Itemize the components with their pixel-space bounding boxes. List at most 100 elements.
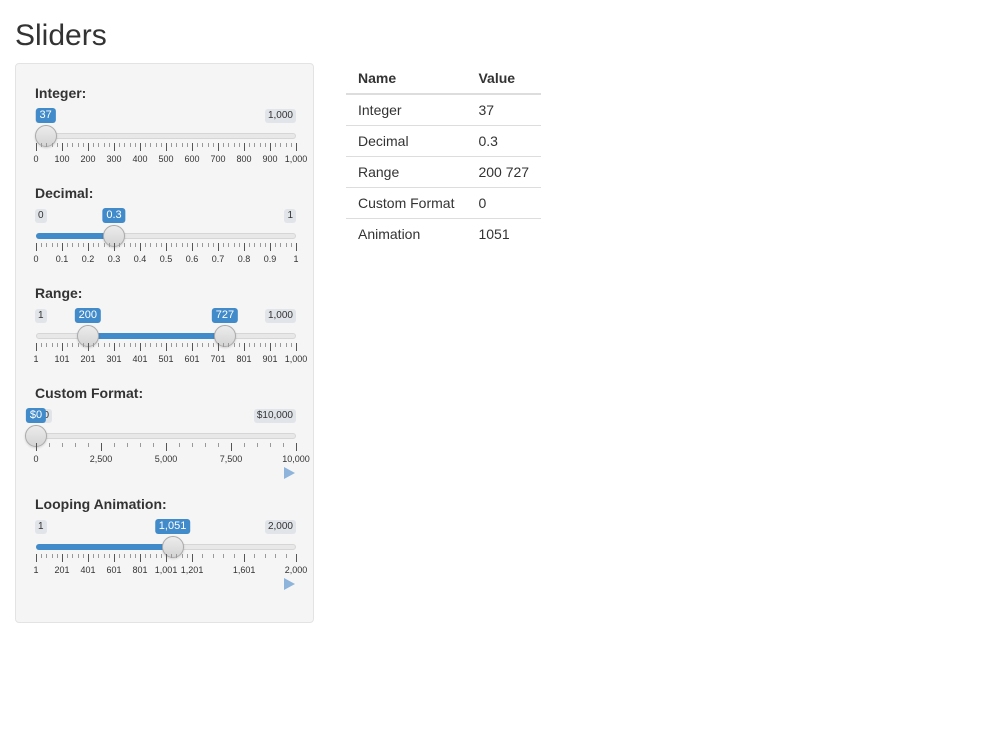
minor-tick [51, 554, 53, 558]
tick-label: 101 [54, 354, 70, 364]
major-tick [296, 343, 297, 351]
minor-tick [134, 243, 136, 247]
minor-tick [108, 243, 110, 247]
minor-tick [119, 143, 121, 147]
minor-tick [67, 343, 69, 347]
minor-tick [145, 243, 147, 247]
minor-tick [249, 143, 251, 147]
minor-tick [283, 443, 284, 447]
minor-tick [254, 143, 256, 147]
column-header-name: Name [346, 63, 467, 95]
minor-tick [155, 143, 157, 147]
major-tick [114, 554, 116, 562]
minor-tick [41, 243, 43, 247]
minor-tick [124, 343, 126, 347]
play-icon[interactable] [284, 578, 295, 590]
slider-max-label: $10,000 [253, 409, 296, 423]
minor-tick [134, 143, 136, 147]
minor-tick [129, 343, 131, 347]
minor-tick [119, 243, 121, 247]
slider-track[interactable] [36, 133, 296, 139]
slider-fill [87, 333, 225, 339]
minor-tick [223, 554, 225, 558]
tick-label: 801 [236, 354, 252, 364]
minor-tick [181, 554, 183, 558]
major-tick [231, 443, 232, 451]
tick-label: 1 [33, 565, 39, 575]
tick-label: 701 [210, 354, 226, 364]
minor-tick [275, 243, 277, 247]
tick-label: 201 [80, 354, 96, 364]
minor-tick [72, 554, 74, 558]
minor-tick [202, 554, 204, 558]
major-tick [36, 243, 37, 251]
major-tick [101, 443, 102, 451]
minor-tick [72, 343, 74, 347]
major-tick [296, 443, 297, 451]
minor-tick [114, 443, 115, 447]
minor-tick [186, 143, 188, 147]
table-cell-name: Integer [346, 93, 467, 126]
slider-min-label: 0 [35, 209, 47, 223]
tick-label: 0 [33, 254, 39, 264]
slider-max-label: 2,000 [264, 520, 296, 534]
play-icon[interactable] [284, 467, 295, 479]
minor-tick [56, 143, 58, 147]
minor-tick [223, 143, 225, 147]
tick-label: 1,001 [154, 565, 178, 575]
minor-tick [155, 343, 157, 347]
major-tick [62, 554, 63, 562]
tick-label: 500 [158, 154, 174, 164]
slider-range: Range: 1 1,000 200 727 1 101 201 301 401 501 601 701… [16, 282, 315, 382]
slider-min-label: 1 [35, 520, 47, 534]
tick-label: 5,000 [154, 454, 178, 464]
slider-ticks: 0 2,500 5,000 7,500 10,000 [33, 443, 310, 464]
minor-tick [51, 143, 53, 147]
tick-label: 800 [236, 154, 252, 164]
major-tick [270, 143, 271, 151]
major-tick [62, 143, 63, 151]
slider-ticks: 0 100 200 300 400 500 600 700 800 900 1,000 [33, 143, 307, 164]
tick-label: 901 [262, 354, 278, 364]
minor-tick [264, 554, 266, 558]
tick-label: 301 [106, 354, 122, 364]
major-tick [166, 143, 167, 151]
slider-max-label: 1,000 [264, 109, 296, 123]
minor-tick [218, 443, 219, 447]
minor-tick [82, 343, 84, 347]
minor-tick [280, 243, 282, 247]
page-title: Sliders [15, 19, 107, 52]
table-cell-value: 0.3 [466, 125, 542, 157]
major-tick [192, 243, 193, 251]
minor-tick [46, 554, 48, 558]
major-tick [192, 343, 193, 351]
minor-tick [140, 443, 141, 447]
tick-label: 201 [54, 565, 70, 575]
slider-custom-format: Custom Format:$0$10,000$002,5005,0007,50… [16, 382, 315, 482]
major-tick [114, 343, 115, 351]
major-tick [244, 243, 245, 251]
minor-tick [56, 243, 58, 247]
minor-tick [205, 443, 206, 447]
minor-tick [228, 243, 230, 247]
tick-label: 801 [132, 565, 148, 575]
slider-label: Decimal: [35, 185, 94, 201]
minor-tick [179, 443, 180, 447]
major-tick [140, 243, 141, 251]
slider-track[interactable] [36, 433, 296, 439]
table-cell-name: Animation [346, 218, 467, 249]
minor-tick [212, 143, 214, 147]
minor-tick [103, 143, 105, 147]
slider-value-badge: 37 [35, 108, 56, 123]
minor-tick [275, 143, 277, 147]
table-row: Decimal 0.3 [346, 125, 542, 157]
minor-tick [67, 554, 69, 558]
tick-label: 501 [158, 354, 174, 364]
tick-label: 700 [210, 154, 226, 164]
major-tick [62, 243, 63, 251]
tick-label: 2,500 [89, 454, 113, 464]
minor-tick [82, 554, 84, 558]
tick-label: 0.1 [55, 254, 69, 264]
major-tick [244, 143, 245, 151]
minor-tick [150, 243, 152, 247]
